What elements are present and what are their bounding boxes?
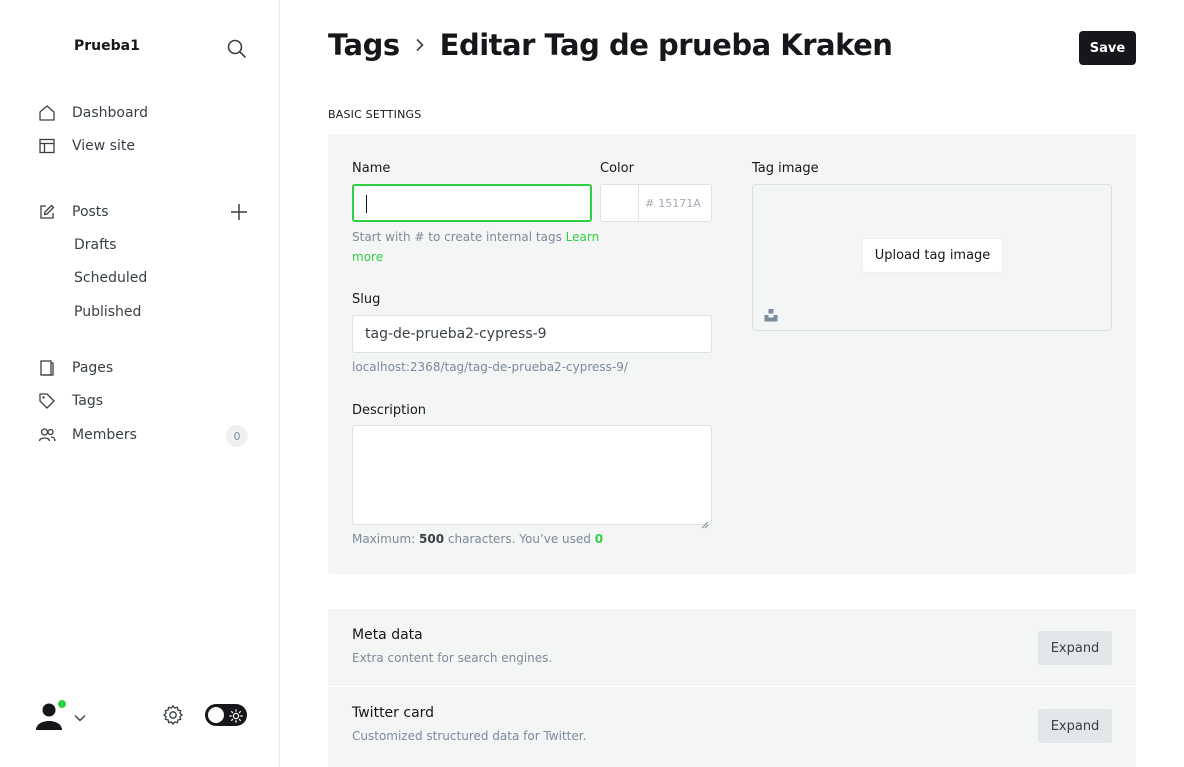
sidebar-item-posts[interactable]: Posts [38,198,109,226]
sidebar-item-label: Tags [72,393,103,409]
name-hint-text: Start with # to create internal tags [352,230,562,244]
edit-icon [38,203,56,221]
name-label: Name [352,161,391,176]
color-placeholder: 15171A [658,196,701,210]
toggle-knob [208,707,224,723]
name-input[interactable] [352,184,592,222]
chevron-down-icon[interactable] [74,709,86,722]
slug-label: Slug [352,292,381,307]
search-icon[interactable] [226,38,248,60]
section-label: BASIC SETTINGS [328,108,422,121]
save-button[interactable]: Save [1079,31,1136,65]
chevron-right-icon [412,37,428,53]
expand-meta-data-button[interactable]: Expand [1038,631,1112,665]
breadcrumb: Tags Editar Tag de prueba Kraken [328,28,893,62]
resize-grip-icon[interactable] [701,514,709,529]
sidebar-item-dashboard[interactable]: Dashboard [38,99,148,127]
description-label: Description [352,403,427,418]
view-site-icon [38,137,56,155]
tag-image-dropzone[interactable]: Upload tag image [752,184,1112,331]
description-counter: Maximum: 500 characters. You’ve used 0 [352,529,603,549]
counter-prefix: Maximum: [352,532,416,546]
slug-url: localhost:2368/tag/tag-de-prueba2-cypres… [352,360,628,374]
gear-icon[interactable] [162,704,184,726]
sidebar-item-pages[interactable]: Pages [38,354,113,382]
color-label: Color [600,161,634,176]
theme-toggle[interactable] [205,704,247,726]
description-textarea[interactable] [352,425,712,529]
upload-tag-image-button[interactable]: Upload tag image [862,238,1003,273]
sidebar-item-label: Members [72,427,137,443]
breadcrumb-tags-link[interactable]: Tags [328,28,400,62]
sidebar: Prueba1 Dashboard View site Posts Drafts… [0,0,280,767]
color-input[interactable]: # 15171A [638,184,712,222]
color-hash: # [645,196,655,210]
meta-data-card: Meta data Extra content for search engin… [328,609,1136,686]
card-title: Meta data [352,627,423,643]
sidebar-item-scheduled[interactable]: Scheduled [74,270,147,286]
sidebar-item-drafts[interactable]: Drafts [74,237,117,253]
members-icon [38,426,56,444]
twitter-card-card: Twitter card Customized structured data … [328,687,1136,767]
sidebar-item-view-site[interactable]: View site [38,132,135,160]
sidebar-item-published[interactable]: Published [74,304,141,320]
site-title[interactable]: Prueba1 [74,38,140,54]
sidebar-item-tags[interactable]: Tags [38,387,103,415]
sidebar-item-members[interactable]: Members [38,421,137,449]
card-title: Twitter card [352,705,435,721]
sidebar-item-label: Dashboard [72,105,148,121]
tag-icon [38,392,56,410]
tag-image-label: Tag image [752,161,819,176]
sun-icon [229,708,243,723]
color-swatch[interactable] [600,184,638,222]
card-description: Extra content for search engines. [352,651,553,665]
text-caret [366,195,367,213]
sidebar-item-label: View site [72,138,135,154]
card-description: Customized structured data for Twitter. [352,729,587,743]
sidebar-item-label: Posts [72,204,109,220]
name-hint: Start with # to create internal tags Lea… [352,227,602,267]
pages-icon [38,359,56,377]
page-title: Editar Tag de prueba Kraken [439,28,893,62]
counter-used: 0 [594,532,604,546]
slug-input[interactable]: tag-de-prueba2-cypress-9 [352,315,712,353]
counter-middle: characters. You’ve used [447,532,591,546]
members-count-badge: 0 [226,425,248,447]
sidebar-item-label: Pages [72,360,114,376]
counter-max: 500 [419,532,445,546]
expand-twitter-card-button[interactable]: Expand [1038,709,1112,743]
unsplash-icon[interactable] [764,307,778,322]
home-icon [38,104,56,122]
plus-icon[interactable] [229,202,249,222]
online-status-dot [57,699,67,709]
